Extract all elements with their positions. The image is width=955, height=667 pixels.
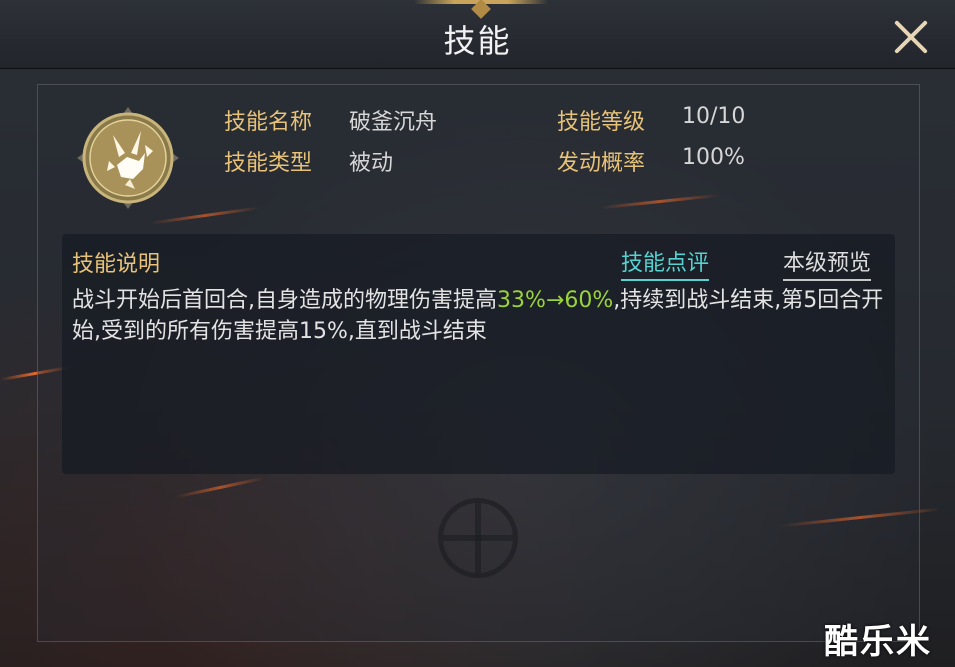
trigger-chance-label: 发动概率	[557, 151, 646, 176]
skill-name-label: 技能名称	[224, 110, 313, 135]
close-icon[interactable]	[888, 14, 934, 60]
skill-level-value: 10/10	[682, 104, 746, 129]
trigger-chance-value: 100%	[682, 145, 745, 170]
watermark: 酷乐米	[824, 622, 932, 662]
description-title: 技能说明	[72, 252, 161, 277]
skill-name-value: 破釜沉舟	[349, 110, 438, 135]
description-text-part1: 战斗开始后首回合,自身造成的物理伤害提高	[72, 288, 497, 313]
description-text: 战斗开始后首回合,自身造成的物理伤害提高33%→60%,持续到战斗结束,第5回合…	[72, 285, 892, 347]
tab-skill-review[interactable]: 技能点评	[621, 245, 710, 281]
description-box	[62, 234, 895, 474]
shattered-blade-icon	[75, 105, 181, 211]
header-ornament	[414, 0, 548, 4]
skill-type-value: 被动	[349, 151, 394, 176]
skill-type-label: 技能类型	[224, 151, 313, 176]
page-title: 技能	[443, 22, 512, 60]
tab-level-preview[interactable]: 本级预览	[783, 245, 872, 281]
title-bar: 技能	[0, 0, 955, 69]
damage-bonus-highlight: 33%→60%	[497, 288, 614, 313]
skill-level-label: 技能等级	[557, 110, 646, 135]
